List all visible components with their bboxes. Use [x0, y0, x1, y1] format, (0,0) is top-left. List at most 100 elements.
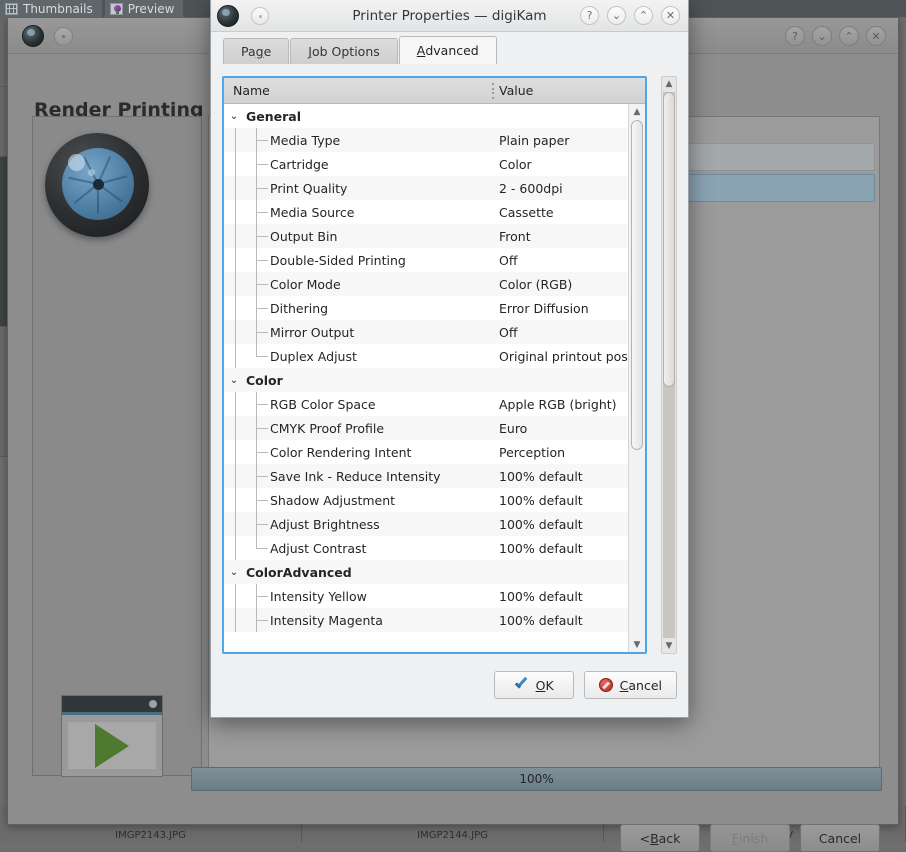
- tree-group-row[interactable]: ⌄ColorAdvanced: [224, 560, 645, 584]
- tree-branch-line: [224, 224, 270, 248]
- table-row[interactable]: RGB Color SpaceApple RGB (bright): [224, 392, 645, 416]
- option-name: Intensity Magenta: [270, 613, 383, 628]
- scrollbar-track[interactable]: [663, 92, 675, 638]
- scrollbar-track[interactable]: [631, 120, 643, 636]
- tree-group-row[interactable]: ⌄Color: [224, 368, 645, 392]
- chevron-down-icon[interactable]: ⌄: [224, 111, 244, 122]
- table-row[interactable]: Media TypePlain paper: [224, 128, 645, 152]
- close-button[interactable]: ✕: [661, 6, 680, 25]
- tree-branch-line: [224, 272, 270, 296]
- window-menu-button[interactable]: [54, 27, 73, 46]
- table-row[interactable]: Print Quality2 - 600dpi: [224, 176, 645, 200]
- table-row[interactable]: Double-Sided PrintingOff: [224, 248, 645, 272]
- tree-branch-line: [224, 296, 270, 320]
- table-row[interactable]: Intensity Yellow 100% default: [224, 584, 645, 608]
- tab-thumbnails[interactable]: Thumbnails: [0, 0, 102, 17]
- finish-rest: inish: [739, 831, 768, 846]
- table-row[interactable]: Color Mode Color (RGB): [224, 272, 645, 296]
- dialog-scrollbar[interactable]: ▲ ▼: [661, 76, 677, 654]
- table-row[interactable]: Media SourceCassette: [224, 200, 645, 224]
- option-name: Output Bin: [270, 229, 337, 244]
- table-row[interactable]: Shadow Adjustment100% default: [224, 488, 645, 512]
- column-divider-grip[interactable]: [490, 83, 496, 99]
- help-button[interactable]: ?: [580, 6, 599, 25]
- table-row[interactable]: Adjust Contrast100% default: [224, 536, 645, 560]
- help-button[interactable]: ?: [785, 26, 805, 46]
- scroll-down-arrow[interactable]: ▼: [629, 637, 645, 652]
- tab-page-post: e: [264, 44, 272, 59]
- cell-value[interactable]: 2 - 600dpi: [490, 181, 645, 196]
- table-row[interactable]: CartridgeColor: [224, 152, 645, 176]
- cell-value[interactable]: Euro: [490, 421, 645, 436]
- chevron-down-icon[interactable]: ⌄: [224, 375, 244, 386]
- cell-value[interactable]: Apple RGB (bright): [490, 397, 645, 412]
- scroll-up-arrow[interactable]: ▲: [662, 77, 676, 91]
- tree-scrollbar[interactable]: ▲ ▼: [628, 104, 645, 652]
- dialog-tab-bar: Page Job Options Advanced: [211, 32, 688, 64]
- column-header-value-label: Value: [499, 83, 533, 98]
- cell-value[interactable]: Color: [490, 157, 645, 172]
- cell-value[interactable]: 100% default: [490, 469, 645, 484]
- finish-button[interactable]: Finish: [710, 824, 790, 852]
- chevron-down-icon[interactable]: ⌄: [224, 567, 244, 578]
- cell-value[interactable]: 100% default: [490, 613, 645, 628]
- cell-value[interactable]: Perception: [490, 445, 645, 460]
- table-row[interactable]: Mirror OutputOff: [224, 320, 645, 344]
- column-header-name[interactable]: Name: [224, 78, 490, 103]
- cell-value[interactable]: Plain paper: [490, 133, 645, 148]
- ok-button[interactable]: OK: [494, 671, 574, 699]
- back-button[interactable]: < Back: [620, 824, 700, 852]
- cell-name: ⌄Color: [224, 368, 490, 392]
- tree-branch-line: [224, 248, 270, 272]
- cell-value[interactable]: Cassette: [490, 205, 645, 220]
- tree-group-row[interactable]: ⌄General: [224, 104, 645, 128]
- table-row[interactable]: DitheringError Diffusion: [224, 296, 645, 320]
- printer-options-tree[interactable]: Name Value ⌄GeneralMedia TypePlain paper…: [222, 76, 647, 654]
- render-window-controls: ? ⌄ ⌃ ✕: [785, 26, 886, 46]
- dialog-titlebar[interactable]: Printer Properties — digiKam ? ⌄ ⌃ ✕: [211, 0, 688, 32]
- close-button[interactable]: ✕: [866, 26, 886, 46]
- option-name: Color Mode: [270, 277, 341, 292]
- filmstrip-filename: IMGP2143.JPG: [0, 830, 301, 841]
- column-header-name-label: Name: [233, 83, 270, 98]
- tab-preview[interactable]: Preview: [105, 0, 184, 17]
- video-play-icon: [61, 695, 163, 777]
- scrollbar-thumb[interactable]: [631, 120, 643, 450]
- scroll-down-arrow[interactable]: ▼: [662, 639, 676, 653]
- cell-name: Color Rendering Intent: [224, 440, 490, 464]
- cancel-button[interactable]: Cancel: [800, 824, 880, 852]
- scroll-up-arrow[interactable]: ▲: [629, 104, 645, 119]
- minimize-button[interactable]: ⌄: [812, 26, 832, 46]
- cell-value[interactable]: Error Diffusion: [490, 301, 645, 316]
- cell-value[interactable]: Color (RGB): [490, 277, 645, 292]
- minimize-button[interactable]: ⌄: [607, 6, 626, 25]
- cell-value[interactable]: 100% default: [490, 493, 645, 508]
- cell-value[interactable]: 100% default: [490, 517, 645, 532]
- option-name: Adjust Brightness: [270, 517, 380, 532]
- scrollbar-thumb[interactable]: [663, 92, 675, 387]
- cell-value[interactable]: 100% default: [490, 541, 645, 556]
- column-header-value[interactable]: Value: [490, 78, 645, 103]
- cell-value[interactable]: 100% default: [490, 589, 645, 604]
- tab-page-pre: Pa: [241, 44, 256, 59]
- tab-advanced[interactable]: Advanced: [399, 36, 497, 64]
- cell-value[interactable]: Front: [490, 229, 645, 244]
- tab-job-options[interactable]: Job Options: [290, 38, 397, 64]
- table-row[interactable]: Save Ink - Reduce Intensity100% default: [224, 464, 645, 488]
- cancel-button[interactable]: Cancel: [584, 671, 677, 699]
- tab-page[interactable]: Page: [223, 38, 289, 64]
- cell-value[interactable]: Original printout pos…: [490, 349, 645, 364]
- table-row[interactable]: Duplex AdjustOriginal printout pos…: [224, 344, 645, 368]
- table-row[interactable]: CMYK Proof ProfileEuro: [224, 416, 645, 440]
- table-row[interactable]: Intensity Magenta 100% default: [224, 608, 645, 632]
- maximize-button[interactable]: ⌃: [634, 6, 653, 25]
- maximize-button[interactable]: ⌃: [839, 26, 859, 46]
- table-row[interactable]: Adjust Brightness 100% default: [224, 512, 645, 536]
- option-name: Intensity Yellow: [270, 589, 367, 604]
- tab-advanced-post: dvanced: [425, 43, 478, 58]
- cell-value[interactable]: Off: [490, 253, 645, 268]
- dialog-button-row: OK Cancel: [494, 671, 677, 699]
- cell-value[interactable]: Off: [490, 325, 645, 340]
- table-row[interactable]: Color Rendering IntentPerception: [224, 440, 645, 464]
- table-row[interactable]: Output Bin Front: [224, 224, 645, 248]
